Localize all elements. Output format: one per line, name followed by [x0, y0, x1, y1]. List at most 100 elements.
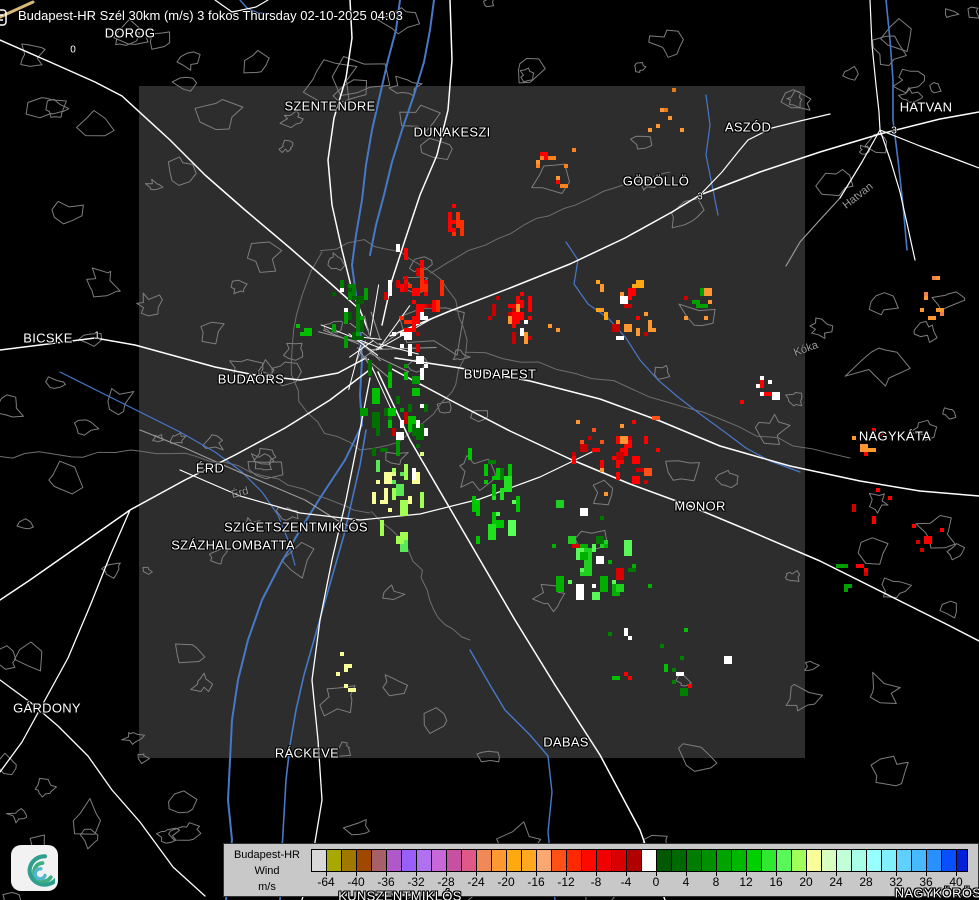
legend-cell [582, 850, 597, 871]
legend-name: Budapest-HR Wind m/s [226, 847, 308, 895]
minor-place-label: Kóka [792, 339, 820, 359]
road-number-shield: 1 [94, 330, 100, 342]
city-label: NAGYKÁTA [858, 428, 932, 444]
legend-cell [837, 850, 852, 871]
legend-cell [777, 850, 792, 871]
city-label: BICSKE [23, 330, 73, 346]
legend-tick-label: 4 [682, 875, 690, 889]
legend-cell [807, 850, 822, 871]
legend: Budapest-HR Wind m/s -64 -40 -36 -32 -28 -24-… [223, 843, 979, 897]
legend-cell [852, 850, 867, 871]
legend-tick-label: 0 [652, 875, 660, 889]
legend-tick-label: -8 [590, 875, 602, 889]
legend-tick-label: -36 [377, 875, 395, 889]
legend-tick-label: -20 [497, 875, 515, 889]
city-label: DUNAKESZI [413, 124, 491, 140]
legend-tick-label: -64 [317, 875, 335, 889]
legend-tick-label: -12 [557, 875, 575, 889]
city-label: BUDAÖRS [217, 371, 285, 387]
legend-cell [477, 850, 492, 871]
omsz-logo-partial-icon [0, 9, 7, 26]
legend-cell [687, 850, 702, 871]
legend-cell [402, 850, 417, 871]
legend-cell [822, 850, 837, 871]
radar-display: DOROG SZENTENDRE DUNAKESZI ASZÓD HATVAN GÖDÖL… [0, 0, 979, 900]
city-label: SZIGETSZENTMIKLÓS [224, 519, 368, 535]
legend-cell [702, 850, 717, 871]
city-label: DABAS [543, 734, 589, 750]
legend-cell [357, 850, 372, 871]
legend-tick-label: -28 [437, 875, 455, 889]
minor-place-label: Hatvan [840, 180, 876, 212]
city-label: GÖDÖLLÖ [622, 173, 690, 189]
legend-name-line1: Budapest-HR [233, 849, 301, 861]
legend-cell [327, 850, 342, 871]
spiral-icon [27, 854, 55, 887]
city-label: HATVAN [899, 99, 953, 115]
legend-cell [387, 850, 402, 871]
city-label: MONOR [674, 498, 726, 514]
legend-tick-label: -40 [347, 875, 365, 889]
legend-cell [642, 850, 657, 871]
legend-tick-label: 28 [859, 875, 873, 889]
minor-place-label: Érd [230, 484, 250, 502]
city-label: GÁRDONY [13, 700, 81, 716]
legend-tick-label: 20 [799, 875, 813, 889]
legend-cell [957, 850, 967, 871]
city-label: ASZÓD [724, 119, 772, 135]
city-label: BUDAPEST [463, 366, 537, 382]
legend-cell [882, 850, 897, 871]
legend-tick-label: -4 [620, 875, 632, 889]
legend-tick-label: 8 [712, 875, 720, 889]
road-number-shield: 3 [891, 125, 897, 137]
legend-cell [552, 850, 567, 871]
legend-cell [462, 850, 477, 871]
legend-cell [927, 850, 942, 871]
city-label: NAGYKÖRÖS [894, 885, 979, 900]
road-number-shield: 0 [70, 44, 76, 56]
legend-cell [432, 850, 447, 871]
legend-tick-label: -32 [407, 875, 425, 889]
legend-colorbar [311, 849, 968, 872]
legend-cell [597, 850, 612, 871]
legend-name-line2: Wind [254, 865, 280, 877]
legend-cell [897, 850, 912, 871]
legend-cell [612, 850, 627, 871]
legend-cell [507, 850, 522, 871]
legend-tick-label: 12 [739, 875, 753, 889]
legend-tick-label: 16 [769, 875, 783, 889]
city-label: DOROG [104, 25, 156, 41]
legend-cell [942, 850, 957, 871]
legend-cell [717, 850, 732, 871]
legend-cell [867, 850, 882, 871]
legend-tick-label: -16 [527, 875, 545, 889]
city-label: SZÁZHALOMBATTA [171, 537, 295, 553]
legend-cell [657, 850, 672, 871]
legend-cell [492, 850, 507, 871]
legend-cell [762, 850, 777, 871]
legend-cell [417, 850, 432, 871]
legend-cell [537, 850, 552, 871]
map-labels-layer: DOROG SZENTENDRE DUNAKESZI ASZÓD HATVAN GÖDÖL… [0, 0, 979, 900]
city-label: RÁCKEVE [274, 745, 340, 761]
legend-cell [732, 850, 747, 871]
legend-cell [522, 850, 537, 871]
legend-cell [747, 850, 762, 871]
legend-cell [792, 850, 807, 871]
legend-cell [372, 850, 387, 871]
legend-cell [912, 850, 927, 871]
city-label: ÉRD [195, 460, 225, 476]
legend-tick-label: 24 [829, 875, 843, 889]
legend-cell [447, 850, 462, 871]
page-title: Budapest-HR Szél 30km (m/s) 3 fokos Thur… [18, 8, 403, 23]
legend-cell [312, 850, 327, 871]
legend-cell [672, 850, 687, 871]
road-number-shield: 3 [697, 191, 703, 203]
legend-name-line3: m/s [258, 881, 276, 893]
city-label: SZENTENDRE [284, 98, 376, 114]
city-label: KUNSZENTMIKLÓS [338, 888, 462, 900]
legend-tick-label: -24 [467, 875, 485, 889]
legend-cell [567, 850, 582, 871]
legend-cell [342, 850, 357, 871]
legend-cell [627, 850, 642, 871]
